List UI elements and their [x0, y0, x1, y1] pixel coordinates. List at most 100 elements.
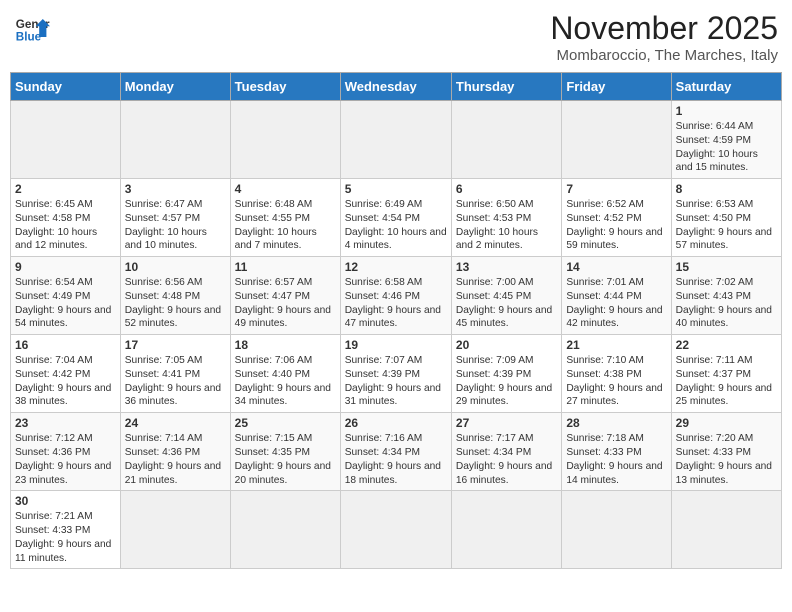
- calendar-week-4: 16 Sunrise: 7:04 AM Sunset: 4:42 PM Dayli…: [11, 335, 782, 413]
- day-number: 7: [566, 182, 666, 196]
- day-number: 28: [566, 416, 666, 430]
- day-content: Sunrise: 6:50 AM Sunset: 4:53 PM Dayligh…: [456, 198, 557, 253]
- day-content: Sunrise: 7:10 AM Sunset: 4:38 PM Dayligh…: [566, 354, 666, 409]
- calendar-cell: [230, 491, 340, 569]
- calendar-cell: 29Sunrise: 7:20 AM Sunset: 4:33 PM Dayli…: [671, 413, 781, 491]
- calendar-cell: 30Sunrise: 7:21 AM Sunset: 4:33 PM Dayli…: [11, 491, 121, 569]
- day-number: 5: [345, 182, 447, 196]
- day-number: 25: [235, 416, 336, 430]
- day-content: Sunrise: 6:58 AM Sunset: 4:46 PM Dayligh…: [345, 276, 447, 331]
- day-number: 1: [676, 104, 777, 118]
- calendar-cell: 22 Sunrise: 7:11 AM Sunset: 4:37 PM Dayli…: [671, 335, 781, 413]
- day-content: Sunrise: 6:49 AM Sunset: 4:54 PM Dayligh…: [345, 198, 447, 253]
- calendar-cell: [451, 101, 561, 179]
- day-content: Sunrise: 7:17 AM Sunset: 4:34 PM Dayligh…: [456, 432, 557, 487]
- day-content: Sunrise: 7:20 AM Sunset: 4:33 PM Dayligh…: [676, 432, 777, 487]
- day-content: Sunrise: 7:14 AM Sunset: 4:36 PM Dayligh…: [125, 432, 226, 487]
- day-number: 11: [235, 260, 336, 274]
- calendar-cell: [230, 101, 340, 179]
- day-content: Sunrise: 6:57 AM Sunset: 4:47 PM Dayligh…: [235, 276, 336, 331]
- day-content: Sunrise: 6:47 AM Sunset: 4:57 PM Dayligh…: [125, 198, 226, 253]
- calendar-week-5: 23 Sunrise: 7:12 AM Sunset: 4:36 PM Dayli…: [11, 413, 782, 491]
- calendar-cell: 26Sunrise: 7:16 AM Sunset: 4:34 PM Dayli…: [340, 413, 451, 491]
- day-content: Sunrise: 6:56 AM Sunset: 4:48 PM Dayligh…: [125, 276, 226, 331]
- day-content: Sunrise: 7:00 AM Sunset: 4:45 PM Dayligh…: [456, 276, 557, 331]
- day-number: 10: [125, 260, 226, 274]
- calendar-cell: 1 Sunrise: 6:44 AM Sunset: 4:59 PM Daylig…: [671, 101, 781, 179]
- calendar-cell: 25 Sunrise: 7:15 AM Sunset: 4:35 PM Dayli…: [230, 413, 340, 491]
- calendar-cell: 20 Sunrise: 7:09 AM Sunset: 4:39 PM Dayli…: [451, 335, 561, 413]
- day-number: 8: [676, 182, 777, 196]
- calendar-cell: 23 Sunrise: 7:12 AM Sunset: 4:36 PM Dayli…: [11, 413, 121, 491]
- day-number: 30: [15, 494, 116, 508]
- day-content: Sunrise: 7:12 AM Sunset: 4:36 PM Dayligh…: [15, 432, 116, 487]
- calendar-cell: 3 Sunrise: 6:47 AM Sunset: 4:57 PM Daylig…: [120, 179, 230, 257]
- month-title: November 2025: [550, 10, 778, 47]
- calendar-week-6: 30Sunrise: 7:21 AM Sunset: 4:33 PM Dayli…: [11, 491, 782, 569]
- calendar-cell: 6 Sunrise: 6:50 AM Sunset: 4:53 PM Daylig…: [451, 179, 561, 257]
- calendar-cell: [120, 101, 230, 179]
- day-number: 27: [456, 416, 557, 430]
- day-content: Sunrise: 6:52 AM Sunset: 4:52 PM Dayligh…: [566, 198, 666, 253]
- day-content: Sunrise: 7:04 AM Sunset: 4:42 PM Dayligh…: [15, 354, 116, 409]
- day-number: 4: [235, 182, 336, 196]
- day-content: Sunrise: 7:18 AM Sunset: 4:33 PM Dayligh…: [566, 432, 666, 487]
- calendar-cell: [340, 101, 451, 179]
- day-number: 17: [125, 338, 226, 352]
- weekday-header-monday: Monday: [120, 73, 230, 101]
- day-content: Sunrise: 7:09 AM Sunset: 4:39 PM Dayligh…: [456, 354, 557, 409]
- logo-icon: General Blue: [14, 10, 50, 46]
- calendar-cell: 16 Sunrise: 7:04 AM Sunset: 4:42 PM Dayli…: [11, 335, 121, 413]
- day-number: 20: [456, 338, 557, 352]
- day-content: Sunrise: 6:45 AM Sunset: 4:58 PM Dayligh…: [15, 198, 116, 253]
- calendar-cell: [11, 101, 121, 179]
- calendar-week-2: 2 Sunrise: 6:45 AM Sunset: 4:58 PM Daylig…: [11, 179, 782, 257]
- logo: General Blue: [14, 10, 50, 46]
- calendar-cell: [562, 491, 671, 569]
- day-number: 23: [15, 416, 116, 430]
- day-content: Sunrise: 7:16 AM Sunset: 4:34 PM Dayligh…: [345, 432, 447, 487]
- calendar-cell: [562, 101, 671, 179]
- day-content: Sunrise: 6:48 AM Sunset: 4:55 PM Dayligh…: [235, 198, 336, 253]
- calendar-cell: 27 Sunrise: 7:17 AM Sunset: 4:34 PM Dayli…: [451, 413, 561, 491]
- calendar-cell: 9Sunrise: 6:54 AM Sunset: 4:49 PM Daylig…: [11, 257, 121, 335]
- weekday-header-sunday: Sunday: [11, 73, 121, 101]
- calendar-cell: [340, 491, 451, 569]
- day-content: Sunrise: 7:15 AM Sunset: 4:35 PM Dayligh…: [235, 432, 336, 487]
- calendar-cell: 13 Sunrise: 7:00 AM Sunset: 4:45 PM Dayli…: [451, 257, 561, 335]
- location-subtitle: Mombaroccio, The Marches, Italy: [550, 47, 778, 64]
- day-number: 13: [456, 260, 557, 274]
- day-content: Sunrise: 6:44 AM Sunset: 4:59 PM Dayligh…: [676, 120, 777, 175]
- calendar-cell: 12Sunrise: 6:58 AM Sunset: 4:46 PM Dayli…: [340, 257, 451, 335]
- calendar-cell: 5 Sunrise: 6:49 AM Sunset: 4:54 PM Daylig…: [340, 179, 451, 257]
- calendar-cell: 15 Sunrise: 7:02 AM Sunset: 4:43 PM Dayli…: [671, 257, 781, 335]
- day-number: 21: [566, 338, 666, 352]
- day-content: Sunrise: 7:06 AM Sunset: 4:40 PM Dayligh…: [235, 354, 336, 409]
- calendar-cell: 4 Sunrise: 6:48 AM Sunset: 4:55 PM Daylig…: [230, 179, 340, 257]
- day-number: 16: [15, 338, 116, 352]
- day-number: 22: [676, 338, 777, 352]
- day-number: 3: [125, 182, 226, 196]
- page-header: General Blue November 2025 Mombaroccio, …: [10, 10, 782, 64]
- calendar-cell: 11 Sunrise: 6:57 AM Sunset: 4:47 PM Dayli…: [230, 257, 340, 335]
- calendar-cell: 18Sunrise: 7:06 AM Sunset: 4:40 PM Dayli…: [230, 335, 340, 413]
- day-number: 24: [125, 416, 226, 430]
- svg-text:Blue: Blue: [16, 31, 42, 44]
- day-number: 6: [456, 182, 557, 196]
- calendar-cell: [120, 491, 230, 569]
- day-content: Sunrise: 7:05 AM Sunset: 4:41 PM Dayligh…: [125, 354, 226, 409]
- calendar-cell: 19Sunrise: 7:07 AM Sunset: 4:39 PM Dayli…: [340, 335, 451, 413]
- calendar-cell: 8Sunrise: 6:53 AM Sunset: 4:50 PM Daylig…: [671, 179, 781, 257]
- day-number: 9: [15, 260, 116, 274]
- day-number: 15: [676, 260, 777, 274]
- calendar-cell: 10 Sunrise: 6:56 AM Sunset: 4:48 PM Dayli…: [120, 257, 230, 335]
- calendar-cell: [671, 491, 781, 569]
- calendar-cell: 7 Sunrise: 6:52 AM Sunset: 4:52 PM Daylig…: [562, 179, 671, 257]
- day-content: Sunrise: 7:02 AM Sunset: 4:43 PM Dayligh…: [676, 276, 777, 331]
- calendar-cell: [451, 491, 561, 569]
- day-number: 2: [15, 182, 116, 196]
- day-content: Sunrise: 7:11 AM Sunset: 4:37 PM Dayligh…: [676, 354, 777, 409]
- calendar-cell: 14Sunrise: 7:01 AM Sunset: 4:44 PM Dayli…: [562, 257, 671, 335]
- calendar-cell: 21 Sunrise: 7:10 AM Sunset: 4:38 PM Dayli…: [562, 335, 671, 413]
- calendar-cell: 28 Sunrise: 7:18 AM Sunset: 4:33 PM Dayli…: [562, 413, 671, 491]
